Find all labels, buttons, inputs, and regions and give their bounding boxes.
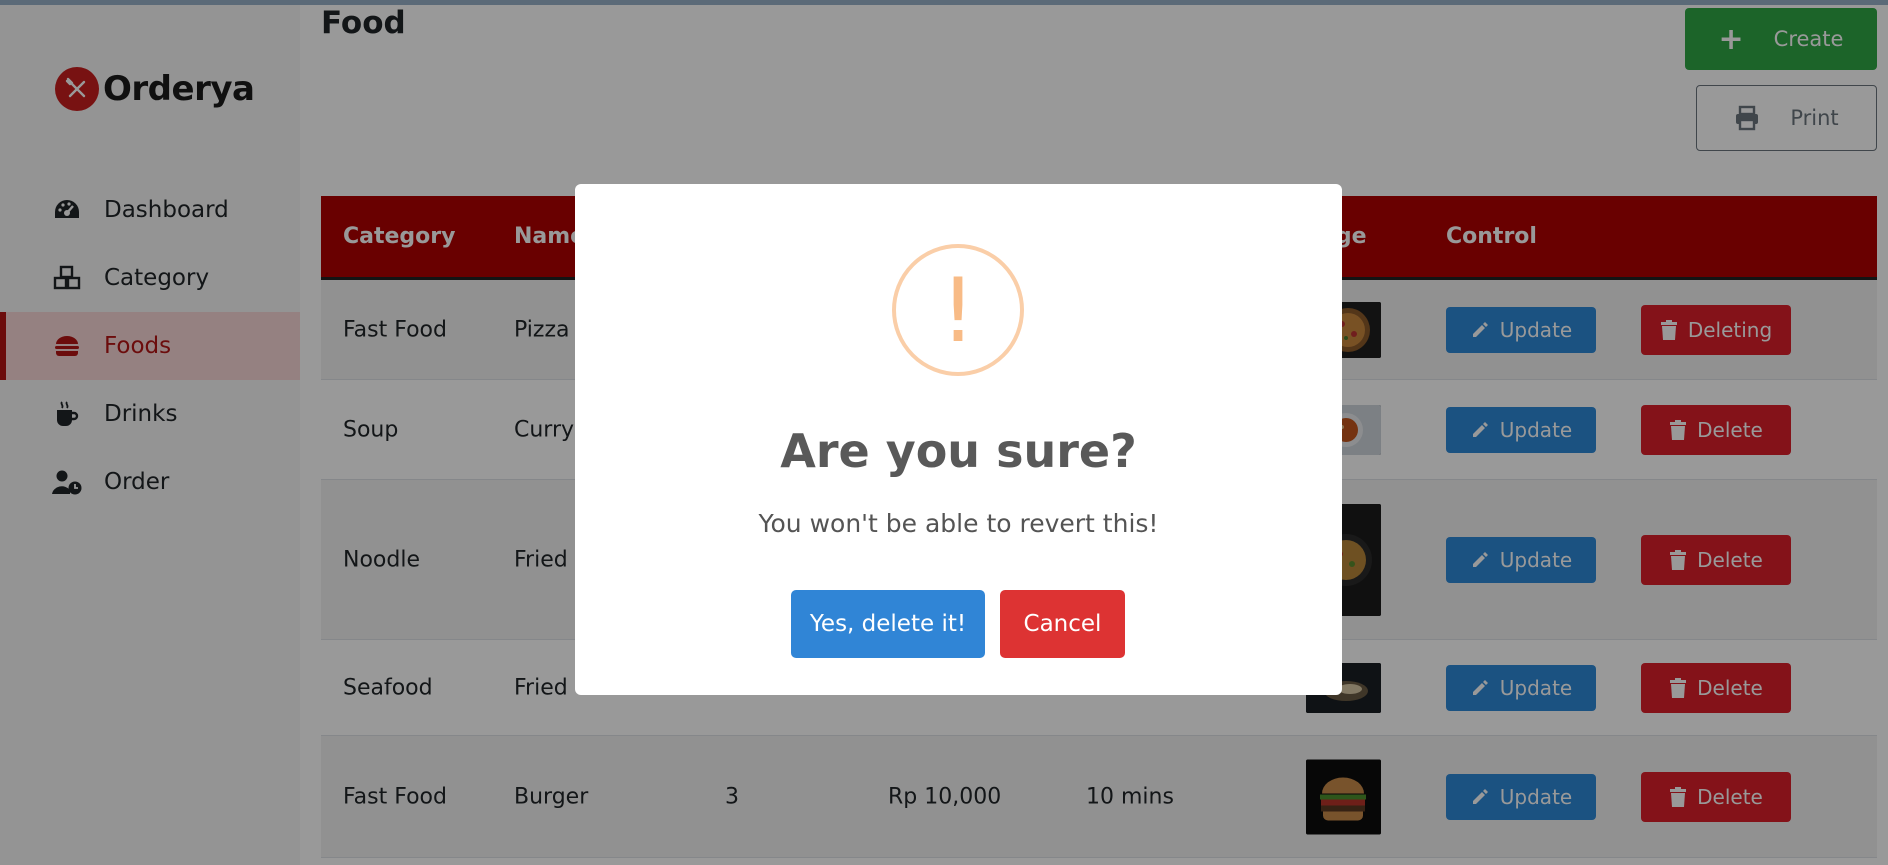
cancel-button[interactable]: Cancel — [1000, 590, 1125, 658]
dialog-title: Are you sure? — [780, 424, 1137, 478]
warning-mark: ! — [940, 258, 976, 362]
warning-icon: ! — [892, 244, 1024, 376]
confirm-delete-dialog: ! Are you sure? You won't be able to rev… — [575, 184, 1342, 695]
dialog-message: You won't be able to revert this! — [758, 509, 1159, 538]
confirm-delete-button[interactable]: Yes, delete it! — [791, 590, 985, 658]
